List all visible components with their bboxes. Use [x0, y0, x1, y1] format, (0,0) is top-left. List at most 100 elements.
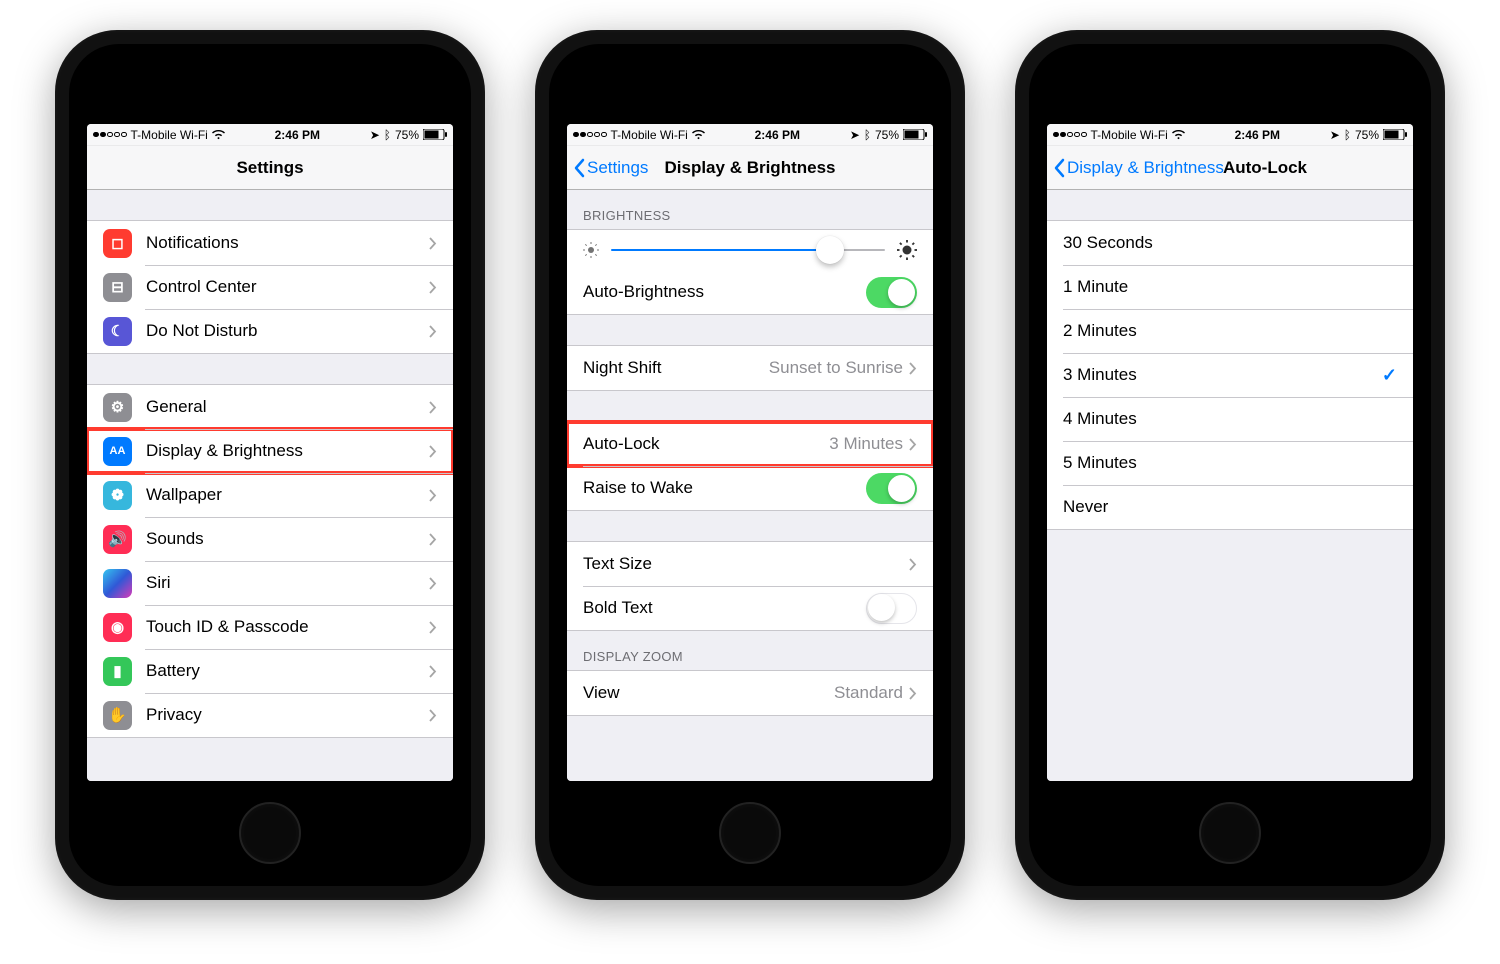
home-button[interactable]	[239, 802, 301, 864]
night-shift-value: Sunset to Sunrise	[769, 358, 903, 378]
bluetooth-icon: ᛒ	[1344, 128, 1351, 142]
row-label: General	[146, 397, 429, 417]
signal-dots-icon	[573, 132, 607, 138]
display-brightness-icon: AA	[103, 437, 132, 466]
settings-row-sounds[interactable]: 🔊 Sounds	[87, 517, 453, 561]
status-bar: T-Mobile Wi-Fi 2:46 PM ➤ ᛒ 75%	[87, 124, 453, 146]
night-shift-row[interactable]: Night Shift Sunset to Sunrise	[567, 346, 933, 390]
auto-lock-label: Auto-Lock	[583, 434, 829, 454]
row-label: Siri	[146, 573, 429, 593]
home-button[interactable]	[719, 802, 781, 864]
view-row[interactable]: View Standard	[567, 671, 933, 715]
chevron-right-icon	[429, 577, 437, 590]
display-scroll[interactable]: BRIGHTNESS Auto-Brightness Night	[567, 190, 933, 781]
carrier-label: T-Mobile Wi-Fi	[611, 128, 688, 142]
status-bar: T-Mobile Wi-Fi 2:46 PM ➤ ᛒ 75%	[567, 124, 933, 146]
chevron-right-icon	[429, 445, 437, 458]
back-label: Settings	[587, 158, 648, 178]
phone-frame-3: T-Mobile Wi-Fi 2:46 PM ➤ ᛒ 75% Display &…	[1015, 30, 1445, 900]
chevron-right-icon	[909, 362, 917, 375]
auto-brightness-toggle[interactable]	[866, 277, 917, 308]
row-label: Sounds	[146, 529, 429, 549]
row-label: Notifications	[146, 233, 429, 253]
auto-lock-value: 3 Minutes	[829, 434, 903, 454]
option-label: Never	[1063, 497, 1397, 517]
auto-lock-option-1-minute[interactable]: 1 Minute	[1047, 265, 1413, 309]
row-label: Privacy	[146, 705, 429, 725]
raise-to-wake-toggle[interactable]	[866, 473, 917, 504]
back-button[interactable]: Display & Brightness	[1053, 158, 1224, 178]
chevron-right-icon	[429, 489, 437, 502]
auto-brightness-label: Auto-Brightness	[583, 282, 866, 302]
option-label: 30 Seconds	[1063, 233, 1397, 253]
auto-lock-option-30-seconds[interactable]: 30 Seconds	[1047, 221, 1413, 265]
chevron-right-icon	[429, 325, 437, 338]
phone-frame-2: T-Mobile Wi-Fi 2:46 PM ➤ ᛒ 75% Settings …	[535, 30, 965, 900]
wifi-icon	[692, 130, 705, 140]
location-icon: ➤	[850, 128, 860, 142]
auto-lock-scroll[interactable]: 30 Seconds1 Minute2 Minutes3 Minutes✓4 M…	[1047, 190, 1413, 781]
screen-settings: T-Mobile Wi-Fi 2:46 PM ➤ ᛒ 75% Settings …	[87, 124, 453, 781]
back-label: Display & Brightness	[1067, 158, 1224, 178]
chevron-right-icon	[909, 438, 917, 451]
checkmark-icon: ✓	[1382, 365, 1397, 386]
clock-label: 2:46 PM	[755, 128, 800, 142]
status-bar: T-Mobile Wi-Fi 2:46 PM ➤ ᛒ 75%	[1047, 124, 1413, 146]
battery-percent: 75%	[875, 128, 899, 142]
brightness-slider[interactable]	[611, 249, 885, 251]
chevron-right-icon	[429, 281, 437, 294]
brightness-slider-row	[567, 230, 933, 270]
auto-lock-row[interactable]: Auto-Lock 3 Minutes	[567, 422, 933, 466]
row-label: Do Not Disturb	[146, 321, 429, 341]
touch-id-icon: ◉	[103, 613, 132, 642]
slider-thumb[interactable]	[816, 236, 844, 264]
screen-display-brightness: T-Mobile Wi-Fi 2:46 PM ➤ ᛒ 75% Settings …	[567, 124, 933, 781]
page-title: Settings	[236, 158, 303, 178]
auto-lock-option-never[interactable]: Never	[1047, 485, 1413, 529]
auto-lock-option-3-minutes[interactable]: 3 Minutes✓	[1047, 353, 1413, 397]
back-button[interactable]: Settings	[573, 158, 648, 178]
auto-lock-option-4-minutes[interactable]: 4 Minutes	[1047, 397, 1413, 441]
auto-lock-option-5-minutes[interactable]: 5 Minutes	[1047, 441, 1413, 485]
bold-text-toggle[interactable]	[866, 593, 917, 624]
auto-lock-option-2-minutes[interactable]: 2 Minutes	[1047, 309, 1413, 353]
text-size-row[interactable]: Text Size	[567, 542, 933, 586]
settings-row-siri[interactable]: Siri	[87, 561, 453, 605]
home-button[interactable]	[1199, 802, 1261, 864]
screen-auto-lock: T-Mobile Wi-Fi 2:46 PM ➤ ᛒ 75% Display &…	[1047, 124, 1413, 781]
control-center-icon: ⊟	[103, 273, 132, 302]
settings-row-notifications[interactable]: ◻︎Notifications	[87, 221, 453, 265]
night-shift-label: Night Shift	[583, 358, 769, 378]
chevron-right-icon	[429, 401, 437, 414]
battery-icon	[423, 129, 447, 140]
wifi-icon	[212, 130, 225, 140]
chevron-left-icon	[1053, 158, 1065, 178]
view-value: Standard	[834, 683, 903, 703]
section-brightness-header: BRIGHTNESS	[567, 190, 933, 229]
do-not-disturb-icon: ☾	[103, 317, 132, 346]
nav-bar: Settings Display & Brightness	[567, 146, 933, 190]
clock-label: 2:46 PM	[1235, 128, 1280, 142]
settings-row-do-not-disturb[interactable]: ☾ Do Not Disturb	[87, 309, 453, 353]
view-label: View	[583, 683, 834, 703]
location-icon: ➤	[1330, 128, 1340, 142]
chevron-right-icon	[429, 665, 437, 678]
settings-row-battery[interactable]: ▮Battery	[87, 649, 453, 693]
settings-row-wallpaper[interactable]: ❁Wallpaper	[87, 473, 453, 517]
clock-label: 2:46 PM	[275, 128, 320, 142]
section-display-zoom-header: DISPLAY ZOOM	[567, 631, 933, 670]
settings-row-touch-id-passcode[interactable]: ◉Touch ID & Passcode	[87, 605, 453, 649]
settings-row-privacy[interactable]: ✋ Privacy	[87, 693, 453, 737]
settings-row-general[interactable]: ⚙︎General	[87, 385, 453, 429]
privacy-icon: ✋	[103, 701, 132, 730]
row-label: Wallpaper	[146, 485, 429, 505]
settings-row-control-center[interactable]: ⊟Control Center	[87, 265, 453, 309]
nav-bar: Settings	[87, 146, 453, 190]
settings-row-display-brightness[interactable]: AADisplay & Brightness	[87, 429, 453, 473]
chevron-right-icon	[909, 687, 917, 700]
option-label: 3 Minutes	[1063, 365, 1382, 385]
sounds-icon: 🔊	[103, 525, 132, 554]
bold-text-row: Bold Text	[567, 586, 933, 630]
sun-small-icon	[583, 242, 599, 258]
settings-scroll[interactable]: ◻︎Notifications⊟Control Center ☾ Do Not Di…	[87, 190, 453, 781]
